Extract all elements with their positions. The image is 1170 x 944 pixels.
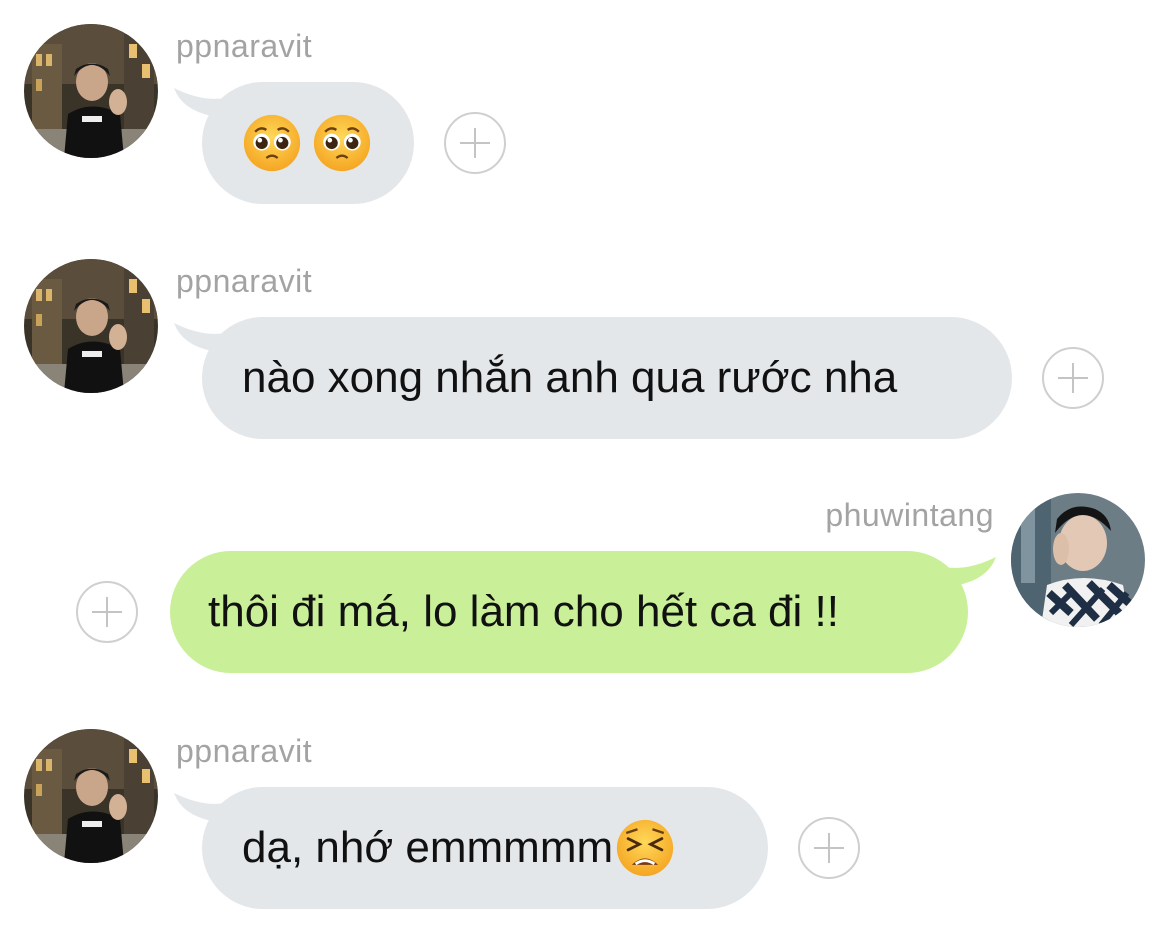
message-text: thôi đi má, lo làm cho hết ca đi !!	[208, 587, 839, 636]
message-bubble[interactable]	[202, 82, 414, 204]
sender-name: ppnaravit	[176, 263, 313, 299]
sender-name: phuwintang	[825, 497, 994, 533]
message-text: nào xong nhắn anh qua rước nha	[242, 353, 898, 402]
tired-face-emoji	[615, 818, 675, 878]
pleading-face-emoji	[242, 113, 302, 173]
add-reaction-button[interactable]	[76, 581, 138, 643]
message-bubble[interactable]: dạ, nhớ emmmmm	[202, 787, 768, 909]
pleading-face-emoji	[312, 113, 372, 173]
message-bubble[interactable]: thôi đi má, lo làm cho hết ca đi !!	[170, 551, 968, 673]
add-reaction-button[interactable]	[1042, 347, 1104, 409]
message-text: dạ, nhớ emmmmm	[242, 823, 614, 872]
add-reaction-button[interactable]	[444, 112, 506, 174]
sender-name: ppnaravit	[176, 28, 313, 64]
avatar-ppnaravit[interactable]	[24, 24, 158, 158]
sender-name: ppnaravit	[176, 733, 313, 769]
message-bubble[interactable]: nào xong nhắn anh qua rước nha	[202, 317, 1012, 439]
avatar-phuwintang[interactable]	[1011, 493, 1145, 627]
chat-conversation: ppnaravit ppnaravit nào xong nhắn anh qu…	[0, 0, 1170, 944]
add-reaction-button[interactable]	[798, 817, 860, 879]
avatar-ppnaravit[interactable]	[24, 259, 158, 393]
avatar-ppnaravit[interactable]	[24, 729, 158, 863]
